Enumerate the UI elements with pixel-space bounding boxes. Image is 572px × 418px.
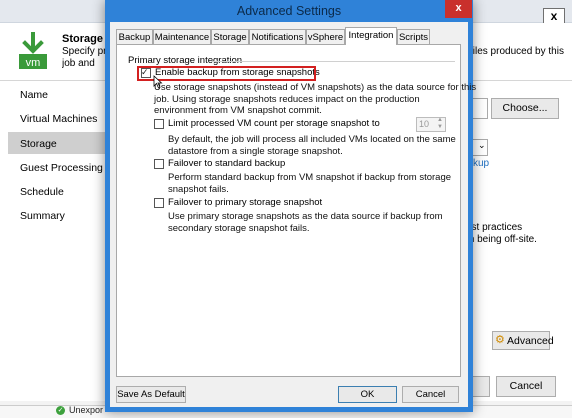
ok-button[interactable]: OK (338, 386, 397, 403)
best-practices-line-1: est practices (466, 222, 523, 233)
option-description-line: datastore from a single storage snapshot… (168, 145, 343, 157)
sidebar-step-storage[interactable]: Storage (20, 138, 57, 150)
bottom-status-text: Unexpor (69, 405, 104, 415)
sidebar-step-virtual-machines[interactable]: Virtual Machines (20, 113, 97, 125)
annotation-highlight-box (137, 66, 316, 81)
option-description-line: Use storage snapshots (instead of VM sna… (154, 82, 477, 93)
vm-logo-icon: vm (19, 32, 47, 69)
step-title: Storage (62, 33, 103, 45)
cancel-button[interactable]: Cancel (402, 386, 459, 403)
failover-standard-backup-checkbox[interactable] (154, 159, 164, 169)
limit-vm-count-checkbox[interactable] (154, 119, 164, 129)
tab-maintenance[interactable]: Maintenance (153, 29, 211, 44)
choose-button[interactable]: Choose... (491, 98, 559, 119)
option-description-line: environment from VM snapshot commit. (154, 105, 322, 116)
option-description: Use storage snapshots (instead of VM sna… (154, 82, 476, 117)
spin-down-icon[interactable]: ▼ (437, 124, 443, 131)
gear-icon: ⚙ (495, 334, 505, 346)
best-practices-line-2: m being off-site. (466, 234, 537, 245)
vm-count-value: 10 (419, 119, 430, 129)
option-description-line: Perform standard backup from VM snapshot… (168, 172, 452, 183)
step-description: Specify pr job and cu (62, 46, 107, 72)
tab-backup[interactable]: Backup (116, 29, 153, 44)
tab-storage[interactable]: Storage (211, 29, 249, 44)
tab-integration[interactable]: Integration (345, 27, 397, 45)
spin-up-icon[interactable]: ▲ (437, 117, 443, 124)
wizard-sidebar (0, 81, 108, 401)
best-practices-text: est practices m being off-site. (466, 222, 537, 246)
save-as-default-button[interactable]: Save As Default (116, 386, 186, 403)
option-description-line: Use primary storage snapshots as the dat… (168, 211, 443, 222)
tab-notifications[interactable]: Notifications (249, 29, 306, 44)
svg-text:vm: vm (26, 57, 41, 69)
option-description: By default, the job will process all inc… (168, 134, 456, 157)
failover-primary-snapshot-checkbox[interactable] (154, 198, 164, 208)
option-description-line: By default, the job will process all inc… (168, 134, 456, 145)
check-icon: ✓ (56, 406, 65, 415)
option-description-line: snapshot fails. (168, 183, 229, 195)
sidebar-step-schedule[interactable]: Schedule (20, 186, 64, 198)
dialog-close-button[interactable]: x (445, 0, 472, 18)
sidebar-step-summary[interactable]: Summary (20, 210, 65, 222)
option-description: Use primary storage snapshots as the dat… (168, 211, 443, 234)
tab-vsphere[interactable]: vSphere (306, 29, 345, 44)
map-backup-link[interactable]: kup (473, 158, 489, 169)
group-divider (212, 61, 455, 62)
chevron-down-icon: ⌄ (478, 140, 486, 150)
option-description-line: secondary storage snapshot fails. (168, 222, 310, 234)
sidebar-step-guest-processing[interactable]: Guest Processing (20, 162, 103, 174)
mouse-cursor-icon (153, 75, 163, 89)
tab-scripts[interactable]: Scripts (397, 29, 430, 44)
failover-primary-snapshot-label[interactable]: Failover to primary storage snapshot (168, 197, 322, 208)
option-description: Perform standard backup from VM snapshot… (168, 172, 451, 195)
failover-standard-backup-label[interactable]: Failover to standard backup (168, 158, 285, 169)
sidebar-step-name[interactable]: Name (20, 89, 48, 101)
limit-vm-count-label[interactable]: Limit processed VM count per storage sna… (168, 118, 380, 129)
background-cancel-button[interactable]: Cancel (496, 376, 556, 397)
option-description-line: job. Using storage snapshots reduces imp… (154, 93, 420, 105)
step-description-right: files produced by this (470, 46, 564, 57)
dialog-title: Advanced Settings (236, 4, 342, 18)
